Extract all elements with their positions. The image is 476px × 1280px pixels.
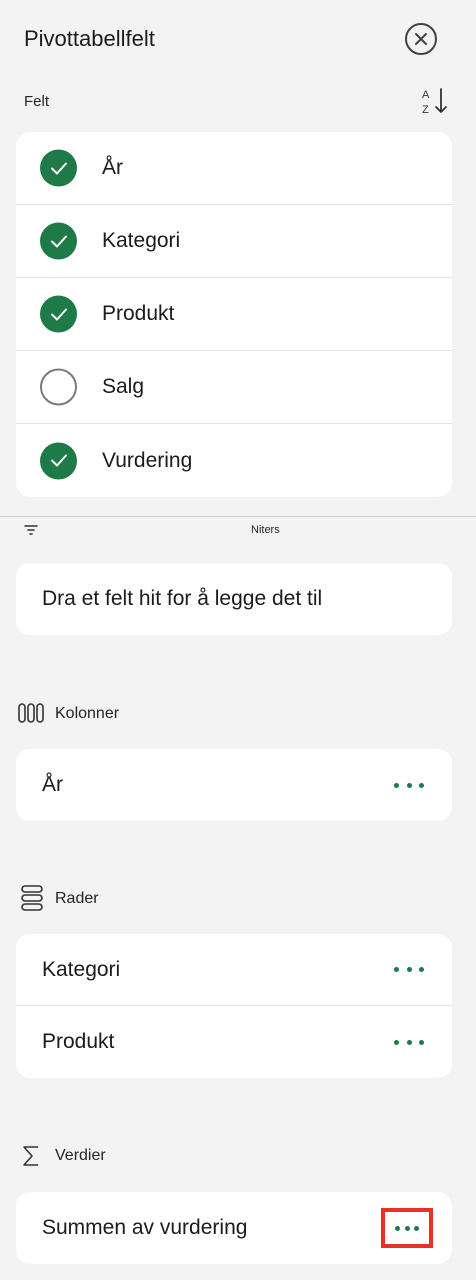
area-item-label: Kategori xyxy=(42,957,121,981)
divider xyxy=(0,516,476,517)
columns-icon xyxy=(18,703,44,723)
close-icon xyxy=(415,33,427,45)
field-item-label: År xyxy=(102,156,123,179)
sigma-icon xyxy=(23,1146,38,1166)
field-item-label: Kategori xyxy=(102,229,181,252)
area-item-label: Produkt xyxy=(42,1030,115,1053)
area-item-label: År xyxy=(42,773,63,796)
panel-title: Pivottabellfelt xyxy=(24,26,155,51)
field-item-produkt[interactable]: Produkt xyxy=(16,278,452,351)
columns-section-label: Kolonner xyxy=(55,705,120,722)
fields-section-label: Felt xyxy=(24,93,50,110)
field-list: År Kategori Produkt Salg Vurdering xyxy=(16,132,452,497)
more-options-button[interactable] xyxy=(394,1037,424,1047)
field-item-label: Produkt xyxy=(102,302,175,325)
more-options-button-highlighted[interactable] xyxy=(381,1208,433,1248)
values-list: Summen av vurdering xyxy=(16,1192,452,1264)
drop-hint: Dra et felt hit for å legge det til xyxy=(42,587,323,610)
rows-section-label: Rader xyxy=(55,890,99,907)
sort-button[interactable]: A Z xyxy=(420,86,450,116)
columns-list: År xyxy=(16,749,452,821)
filters-drop-zone[interactable]: Dra et felt hit for å legge det til xyxy=(16,563,452,635)
close-button[interactable] xyxy=(405,23,437,55)
field-item-vurdering[interactable]: Vurdering xyxy=(16,424,452,497)
field-item-ar[interactable]: År xyxy=(16,132,452,205)
checked-icon[interactable] xyxy=(40,149,77,187)
checked-icon[interactable] xyxy=(40,442,77,479)
more-options-button[interactable] xyxy=(394,780,424,790)
filter-icon xyxy=(24,525,38,535)
rows-item-produkt[interactable]: Produkt xyxy=(16,1006,452,1078)
field-item-kategori[interactable]: Kategori xyxy=(16,205,452,278)
checked-icon[interactable] xyxy=(40,222,77,260)
field-item-label: Salg xyxy=(102,375,145,398)
area-item-label: Summen av vurdering xyxy=(42,1216,248,1239)
more-options-button[interactable] xyxy=(394,965,424,975)
svg-text:A: A xyxy=(422,89,430,101)
rows-icon xyxy=(21,885,43,911)
checked-icon[interactable] xyxy=(40,295,77,333)
values-item-summen-av-vurdering[interactable]: Summen av vurdering xyxy=(16,1192,452,1264)
sort-az-icon: A Z xyxy=(422,88,447,116)
svg-text:Z: Z xyxy=(422,104,429,116)
unchecked-circle-icon[interactable] xyxy=(40,368,77,406)
field-item-label: Vurdering xyxy=(102,448,193,472)
filters-section-label: Niters xyxy=(251,524,280,536)
values-section-label: Verdier xyxy=(55,1147,106,1164)
rows-list: Kategori Produkt xyxy=(16,934,452,1078)
columns-item-ar[interactable]: År xyxy=(16,749,452,821)
rows-item-kategori[interactable]: Kategori xyxy=(16,934,452,1006)
field-item-salg[interactable]: Salg xyxy=(16,351,452,424)
